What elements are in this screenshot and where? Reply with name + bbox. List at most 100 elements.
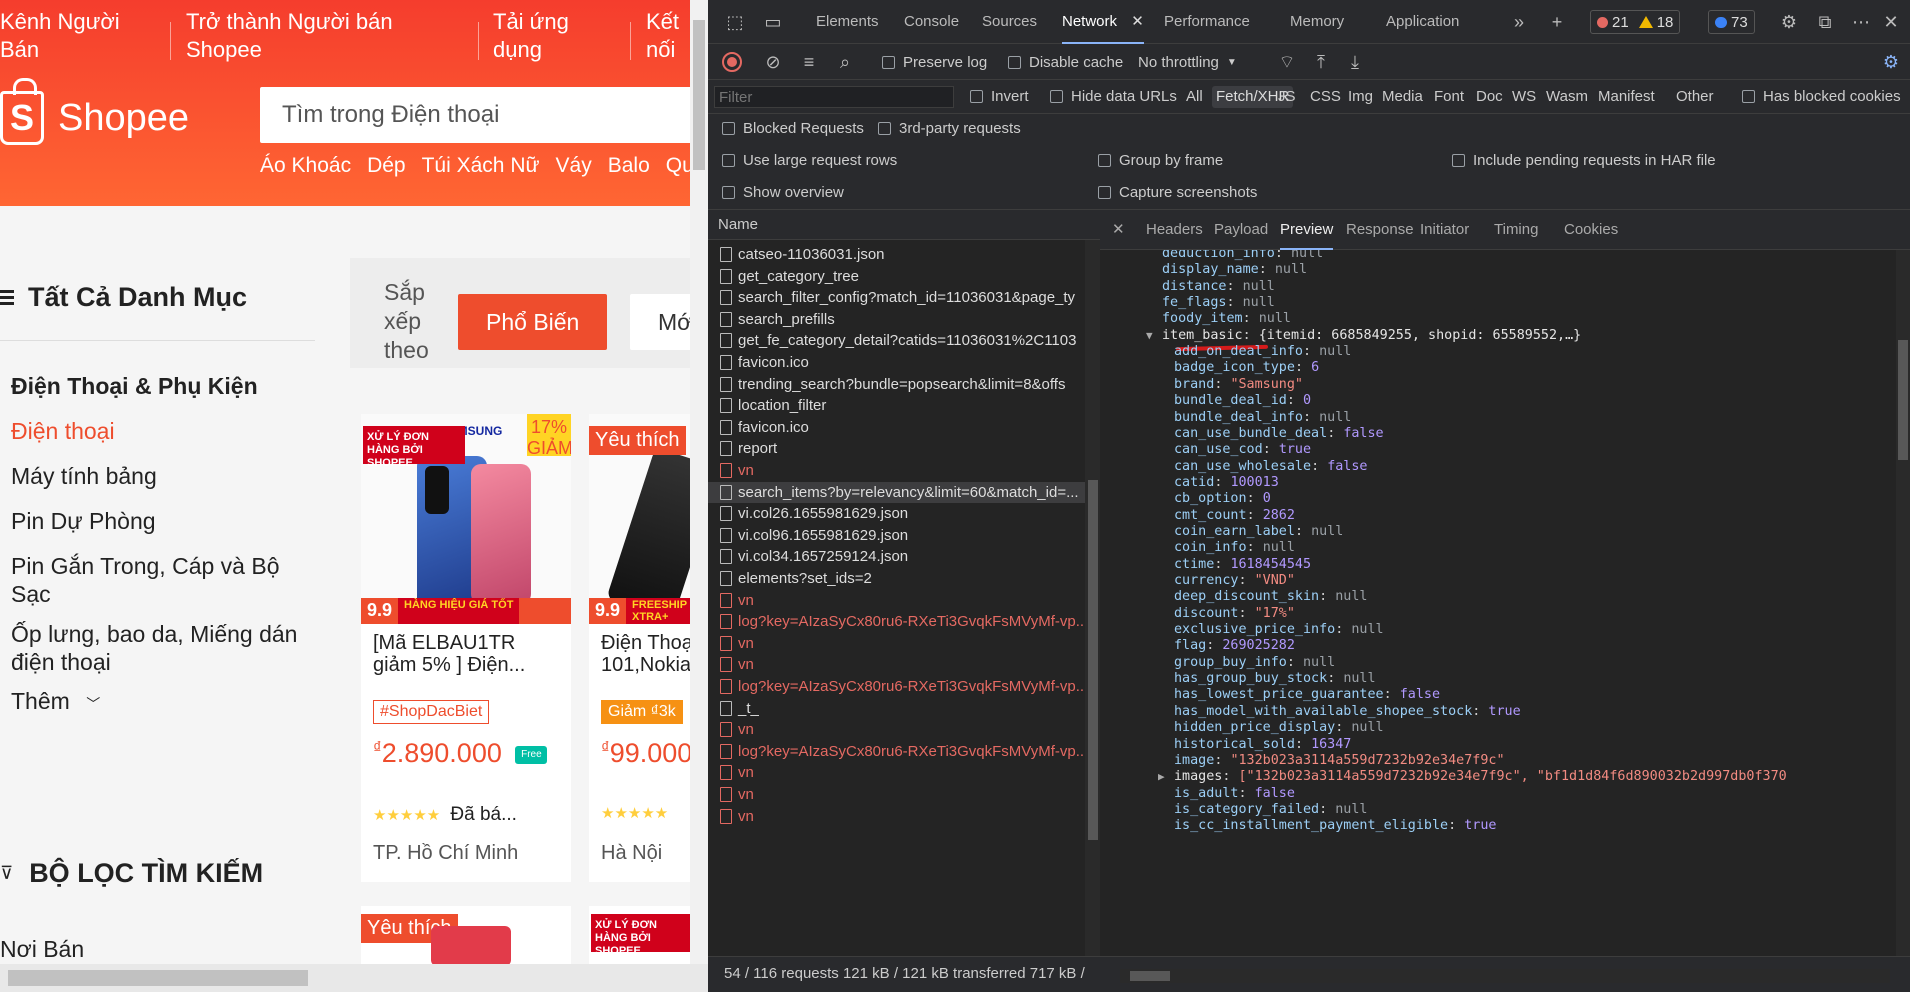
page-horizontal-scrollbar[interactable]	[0, 964, 708, 992]
request-row[interactable]: get_category_tree	[708, 266, 1096, 287]
large-rows-checkbox[interactable]: Use large request rows	[722, 152, 897, 169]
request-row[interactable]: vn	[708, 762, 1096, 783]
page-scrollbar[interactable]	[690, 0, 708, 964]
type-filter-css[interactable]: CSS	[1308, 86, 1343, 108]
download-app-link[interactable]: Tải ứng dụng	[493, 8, 593, 64]
request-row[interactable]: vn	[708, 784, 1096, 805]
shopee-logo[interactable]: S Shopee	[0, 78, 200, 152]
more-tabs-icon[interactable]: »	[1508, 11, 1530, 33]
product-card[interactable]: XỬ LÝ ĐƠN HÀNG BỞI SHOPEE	[589, 906, 699, 966]
seller-channel-link[interactable]: Kênh Người Bán	[0, 8, 130, 64]
gear-icon[interactable]: ⚙	[1778, 11, 1800, 33]
show-overview-checkbox[interactable]: Show overview	[722, 184, 844, 201]
type-filter-js[interactable]: JS	[1276, 86, 1298, 108]
tab-memory[interactable]: Memory	[1290, 0, 1344, 44]
name-column-header[interactable]: Name	[708, 210, 1100, 240]
hide-data-urls-checkbox[interactable]: Hide data URLs	[1050, 88, 1177, 105]
category-batteries-cables[interactable]: Pin Gắn Trong, Cáp và Bộ Sạc	[11, 552, 311, 608]
close-devtools-icon[interactable]: ✕	[1880, 11, 1902, 33]
hot-word[interactable]: Dép	[367, 154, 406, 178]
type-filter-all[interactable]: All	[1184, 86, 1205, 108]
category-power-banks[interactable]: Pin Dự Phòng	[11, 507, 311, 535]
hot-word[interactable]: Balo	[608, 154, 650, 178]
request-row[interactable]: trending_search?bundle=popsearch&limit=8…	[708, 374, 1096, 395]
throttling-select[interactable]: No throttling ▼	[1138, 54, 1237, 71]
tab-cookies[interactable]: Cookies	[1564, 210, 1618, 250]
request-row[interactable]: favicon.ico	[708, 417, 1096, 438]
preview-scrollbar[interactable]	[1896, 250, 1910, 956]
invert-checkbox[interactable]: Invert	[970, 88, 1029, 105]
tab-response[interactable]: Response	[1346, 210, 1414, 250]
request-row[interactable]: vn	[708, 590, 1096, 611]
search-icon[interactable]: ⌕	[834, 51, 856, 73]
connect-link[interactable]: Kết nối	[646, 8, 696, 64]
request-row[interactable]: search_prefills	[708, 309, 1096, 330]
request-row[interactable]: search_items?by=relevancy&limit=60&match…	[708, 481, 1096, 503]
request-row[interactable]: log?key=AIzaSyCx80ru6-RXeTi3GvqkFsMVyMf-…	[708, 741, 1096, 762]
category-tablets[interactable]: Máy tính bảng	[11, 462, 311, 490]
tab-timing[interactable]: Timing	[1494, 210, 1538, 250]
category-cases[interactable]: Ốp lưng, bao da, Miếng dán điện thoại	[11, 620, 311, 676]
request-list-scrollbar[interactable]	[1085, 240, 1100, 956]
request-row[interactable]: vi.col26.1655981629.json	[708, 503, 1096, 524]
add-tab-icon[interactable]: +	[1546, 11, 1568, 33]
filter-icon[interactable]: ≡	[798, 51, 820, 73]
request-row[interactable]: elements?set_ids=2	[708, 568, 1096, 589]
network-settings-icon[interactable]: ⚙	[1880, 51, 1902, 73]
info-counter[interactable]: 73	[1708, 10, 1755, 34]
disable-cache-checkbox[interactable]: Disable cache	[1008, 54, 1123, 71]
json-line[interactable]: ▶ images: ["132b023a3114a559d7232b92e34e7…	[1158, 769, 1787, 785]
export-har-icon[interactable]: ⤓	[1344, 51, 1366, 73]
request-row[interactable]: vn	[708, 654, 1096, 675]
type-filter-other[interactable]: Other	[1674, 86, 1716, 108]
hot-word[interactable]: Váy	[556, 154, 592, 178]
expand-arrow-icon[interactable]: ▼	[1146, 328, 1153, 344]
sort-popular-button[interactable]: Phổ Biến	[458, 294, 608, 350]
request-row[interactable]: _t_	[708, 698, 1096, 719]
tab-sources[interactable]: Sources	[982, 0, 1037, 44]
blocked-requests-checkbox[interactable]: Blocked Requests	[722, 120, 864, 137]
type-filter-media[interactable]: Media	[1380, 86, 1425, 108]
filter-input[interactable]	[714, 86, 954, 108]
tab-elements[interactable]: Elements	[816, 0, 879, 44]
type-filter-ws[interactable]: WS	[1510, 86, 1538, 108]
type-filter-font[interactable]: Font	[1432, 86, 1466, 108]
inspect-element-icon[interactable]: ⬚	[724, 11, 746, 33]
category-phones[interactable]: Điện thoại	[11, 417, 311, 445]
request-row[interactable]: log?key=AIzaSyCx80ru6-RXeTi3GvqkFsMVyMf-…	[708, 611, 1096, 632]
record-icon[interactable]	[722, 52, 742, 72]
collapse-arrow-icon[interactable]: ▶	[1158, 769, 1165, 785]
request-row[interactable]: vn	[708, 460, 1096, 481]
network-conditions-icon[interactable]: ⌔	[1276, 51, 1298, 73]
category-phones-accessories[interactable]: Điện Thoại & Phụ Kiện	[11, 372, 311, 400]
group-by-frame-checkbox[interactable]: Group by frame	[1098, 152, 1223, 169]
request-row[interactable]: get_fe_category_detail?catids=11036031%2…	[708, 330, 1096, 351]
issue-counter[interactable]: 21 18	[1590, 10, 1681, 34]
json-line[interactable]: ▼ item_basic: {itemid: 6685849255, shopid…	[1146, 328, 1581, 344]
request-row[interactable]: favicon.ico	[708, 352, 1096, 373]
request-row[interactable]: location_filter	[708, 395, 1096, 416]
request-row[interactable]: catseo-11036031.json	[708, 244, 1096, 265]
type-filter-doc[interactable]: Doc	[1474, 86, 1505, 108]
device-toolbar-icon[interactable]: ▭	[762, 11, 784, 33]
search-input[interactable]	[282, 101, 698, 129]
preserve-log-checkbox[interactable]: Preserve log	[882, 54, 987, 71]
tab-headers[interactable]: Headers	[1146, 210, 1203, 250]
request-row[interactable]: vn	[708, 806, 1096, 827]
product-card[interactable]: SAMSUNG XỬ LÝ ĐƠN HÀNG BỞI SHOPEE 17% GI…	[361, 414, 571, 882]
request-row[interactable]: vn	[708, 719, 1096, 740]
tab-console[interactable]: Console	[904, 0, 959, 44]
hot-word[interactable]: Áo Khoác	[260, 154, 351, 178]
more-options-icon[interactable]: ⋯	[1850, 11, 1872, 33]
request-row[interactable]: search_filter_config?match_id=11036031&p…	[708, 287, 1096, 308]
tab-payload[interactable]: Payload	[1214, 210, 1268, 250]
request-row[interactable]: vi.col96.1655981629.json	[708, 525, 1096, 546]
has-blocked-cookies-checkbox[interactable]: Has blocked cookies	[1742, 88, 1901, 105]
category-more[interactable]: Thêm ﹀	[11, 687, 131, 718]
type-filter-img[interactable]: Img	[1346, 86, 1375, 108]
close-icon[interactable]: ✕	[1112, 210, 1125, 250]
type-filter-manifest[interactable]: Manifest	[1596, 86, 1657, 108]
capture-screenshots-checkbox[interactable]: Capture screenshots	[1098, 184, 1257, 201]
close-icon[interactable]: ✕	[1131, 13, 1144, 30]
tab-application[interactable]: Application	[1386, 0, 1459, 44]
